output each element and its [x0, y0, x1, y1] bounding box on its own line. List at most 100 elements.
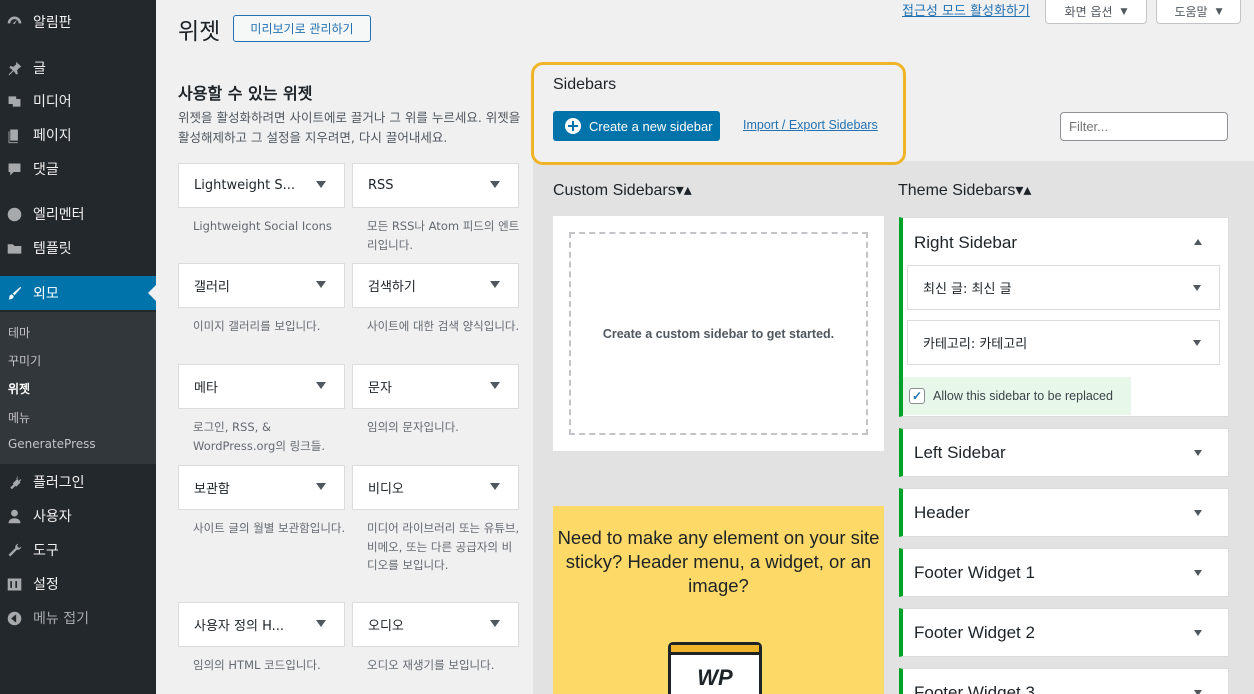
widget-description: 사이트에 대한 검색 양식입니다.: [367, 319, 520, 333]
theme-sidebar-footer-2[interactable]: Footer Widget 2: [899, 608, 1229, 657]
submenu-generatepress[interactable]: GeneratePress: [8, 437, 96, 451]
menu-item-users[interactable]: 사용자: [0, 499, 156, 533]
widget-title: 갤러리: [194, 280, 230, 295]
caret-down-icon[interactable]: [316, 483, 326, 490]
import-export-link[interactable]: Import / Export Sidebars: [743, 118, 878, 132]
caret-down-icon[interactable]: [316, 620, 326, 627]
sticky-promo[interactable]: Need to make any element on your site st…: [553, 506, 884, 694]
submenu-widgets[interactable]: 위젯: [8, 380, 30, 397]
accessibility-mode-link[interactable]: 접근성 모드 활성화하기: [902, 0, 1030, 19]
plug-icon: [5, 473, 23, 491]
menu-label: 엘리멘터: [33, 207, 85, 223]
menu-item-settings[interactable]: 설정: [0, 567, 156, 601]
caret-down-icon[interactable]: [1194, 690, 1202, 694]
widget-title: 메타: [194, 381, 218, 396]
widget-item[interactable]: 오디오: [352, 602, 519, 647]
allow-replace-row: ✓ Allow this sidebar to be replaced: [903, 377, 1131, 415]
wrench-icon: [5, 541, 23, 559]
menu-label: 글: [33, 61, 46, 77]
menu-item-elementor[interactable]: 엘리멘터: [0, 197, 156, 231]
wp-logo: WP: [668, 642, 762, 694]
folder-icon: [5, 239, 23, 257]
widget-item[interactable]: 검색하기: [352, 263, 519, 308]
menu-item-templates[interactable]: 템플릿: [0, 231, 156, 265]
widget-item[interactable]: 비디오: [352, 465, 519, 510]
menu-item-plugins[interactable]: 플러그인: [0, 465, 156, 499]
menu-label: 플러그인: [33, 475, 85, 491]
widget-description: 임의의 문자입니다.: [367, 420, 459, 434]
caret-down-icon[interactable]: [316, 281, 326, 288]
caret-down-icon[interactable]: [1194, 450, 1202, 456]
caret-down-icon[interactable]: [1193, 340, 1201, 346]
widget-item[interactable]: 보관함: [178, 465, 345, 510]
media-icon: [5, 92, 23, 110]
menu-label: 사용자: [33, 509, 72, 525]
widget-item[interactable]: Lightweight S...: [178, 163, 345, 208]
manage-with-preview-button[interactable]: 미리보기로 관리하기: [233, 15, 371, 42]
sidebar-widget[interactable]: 카테고리: 카테고리: [907, 320, 1220, 365]
theme-sidebar-left[interactable]: Left Sidebar: [899, 428, 1229, 477]
pin-icon: [5, 59, 23, 77]
widget-item[interactable]: RSS: [352, 163, 519, 208]
menu-item-tools[interactable]: 도구: [0, 533, 156, 567]
menu-item-posts[interactable]: 글: [0, 51, 156, 85]
screen-options-button[interactable]: 화면 옵션 ▼: [1045, 0, 1147, 24]
menu-item-appearance[interactable]: 외모: [0, 276, 156, 310]
widget-title: 비디오: [368, 482, 404, 497]
caret-down-icon[interactable]: [1194, 630, 1202, 636]
help-button[interactable]: 도움말 ▼: [1156, 0, 1241, 24]
menu-label: 댓글: [33, 162, 59, 178]
theme-sidebar-header[interactable]: Header: [899, 488, 1229, 537]
sidebar-title[interactable]: Right Sidebar: [914, 233, 1017, 253]
caret-up-icon[interactable]: [1194, 239, 1202, 245]
dashboard-icon: [5, 13, 23, 31]
menu-label: 페이지: [33, 128, 72, 144]
menu-item-comments[interactable]: 댓글: [0, 152, 156, 186]
widget-item[interactable]: 사용자 정의 H...: [178, 602, 345, 647]
page-icon: [5, 126, 23, 144]
filter-input[interactable]: [1060, 112, 1228, 141]
caret-down-icon[interactable]: [316, 382, 326, 389]
menu-label: 메뉴 접기: [33, 611, 89, 627]
widget-item[interactable]: 갤러리: [178, 263, 345, 308]
empty-placeholder: Create a custom sidebar to get started.: [569, 232, 868, 435]
caret-down-icon[interactable]: [1194, 510, 1202, 516]
sidebar-widget[interactable]: 최신 글: 최신 글: [907, 265, 1220, 310]
widget-description: 오디오 재생기를 보입니다.: [367, 658, 495, 672]
badge-text: WP: [697, 665, 733, 690]
caret-down-icon[interactable]: [490, 483, 500, 490]
create-sidebar-button[interactable]: Create a new sidebar: [553, 111, 720, 141]
widget-description: 로그인, RSS, & WordPress.org의 링크들.: [193, 420, 325, 453]
widget-title: 오디오: [368, 619, 404, 634]
caret-down-icon[interactable]: [490, 620, 500, 627]
caret-down-icon[interactable]: [490, 281, 500, 288]
theme-sidebar-footer-3[interactable]: Footer Widget 3: [899, 668, 1229, 694]
collapse-menu-button[interactable]: 메뉴 접기: [0, 601, 156, 635]
widget-item[interactable]: 문자: [352, 364, 519, 409]
menu-item-dashboard[interactable]: 알림판: [0, 5, 156, 39]
submenu-customize[interactable]: 꾸미기: [8, 352, 41, 369]
menu-item-media[interactable]: 미디어: [0, 84, 156, 118]
widget-item[interactable]: 메타: [178, 364, 345, 409]
caret-down-icon[interactable]: [490, 382, 500, 389]
badge-stripe: [671, 645, 759, 655]
allow-replace-label: Allow this sidebar to be replaced: [933, 389, 1113, 403]
widget-title: 보관함: [194, 482, 230, 497]
widget-description: 모든 RSS나 Atom 피드의 엔트리입니다.: [367, 219, 520, 252]
caret-down-icon[interactable]: [490, 181, 500, 188]
page-title: 위젯: [178, 19, 221, 45]
elementor-icon: [5, 205, 23, 223]
allow-replace-checkbox[interactable]: ✓: [909, 388, 925, 404]
submenu-menus[interactable]: 메뉴: [8, 409, 30, 426]
appearance-submenu: 테마 꾸미기 위젯 메뉴 GeneratePress: [0, 312, 156, 464]
submenu-themes[interactable]: 테마: [8, 324, 30, 341]
available-widgets-title: 사용할 수 있는 위젯: [178, 84, 313, 103]
menu-item-pages[interactable]: 페이지: [0, 118, 156, 152]
theme-sidebars-title[interactable]: Theme Sidebars▾▴: [898, 180, 1031, 200]
caret-down-icon[interactable]: [1193, 285, 1201, 291]
custom-sidebars-title[interactable]: Custom Sidebars▾▴: [553, 180, 692, 200]
caret-down-icon[interactable]: [1194, 570, 1202, 576]
theme-sidebar-footer-1[interactable]: Footer Widget 1: [899, 548, 1229, 597]
caret-down-icon[interactable]: [316, 181, 326, 188]
widget-description: Lightweight Social Icons: [193, 219, 332, 233]
